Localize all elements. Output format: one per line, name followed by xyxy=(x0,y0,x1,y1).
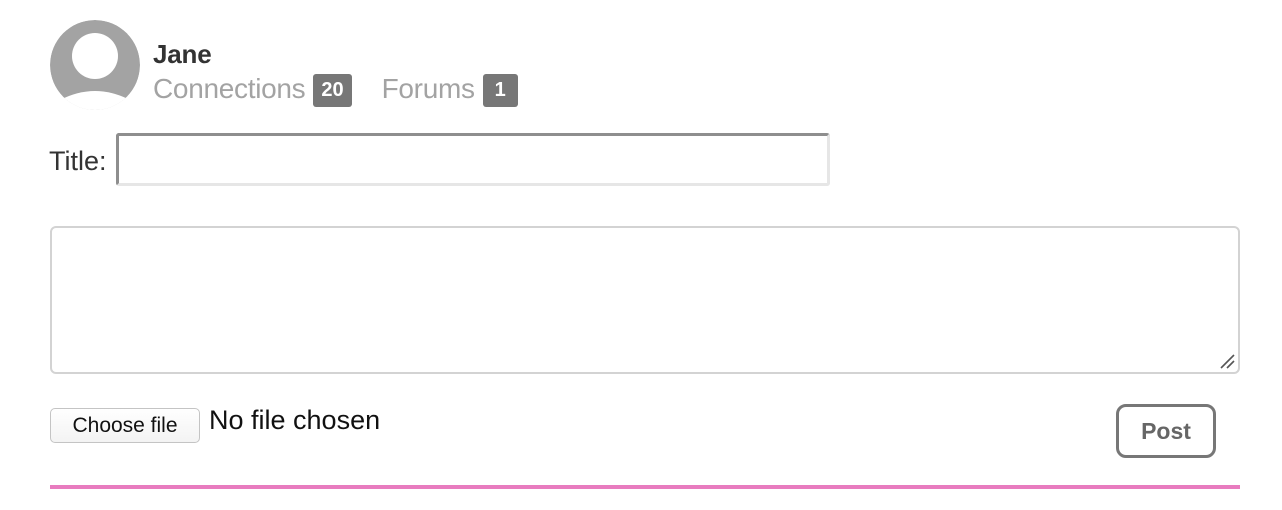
forums-link[interactable]: Forums 1 xyxy=(382,70,518,107)
profile-stats: Connections 20 Forums 1 xyxy=(153,70,518,107)
post-body-textarea[interactable] xyxy=(50,226,1240,374)
new-post-panel: Jane Connections 20 Forums 1 Title: Choo… xyxy=(0,0,1282,510)
profile-name[interactable]: Jane xyxy=(153,39,212,70)
file-status-text: No file chosen xyxy=(209,405,381,435)
forums-count-badge: 1 xyxy=(482,74,518,107)
forums-label: Forums xyxy=(381,72,475,104)
connections-label: Connections xyxy=(153,72,306,104)
connections-link[interactable]: Connections 20 xyxy=(153,70,352,107)
connections-count-badge: 20 xyxy=(313,74,352,107)
section-divider xyxy=(50,485,1240,489)
resize-handle-icon[interactable] xyxy=(1218,352,1236,370)
choose-file-button[interactable]: Choose file xyxy=(50,408,200,443)
title-label: Title: xyxy=(49,146,107,176)
user-avatar-icon[interactable] xyxy=(50,20,140,110)
title-input[interactable] xyxy=(116,133,830,186)
post-button[interactable]: Post xyxy=(1116,404,1216,458)
